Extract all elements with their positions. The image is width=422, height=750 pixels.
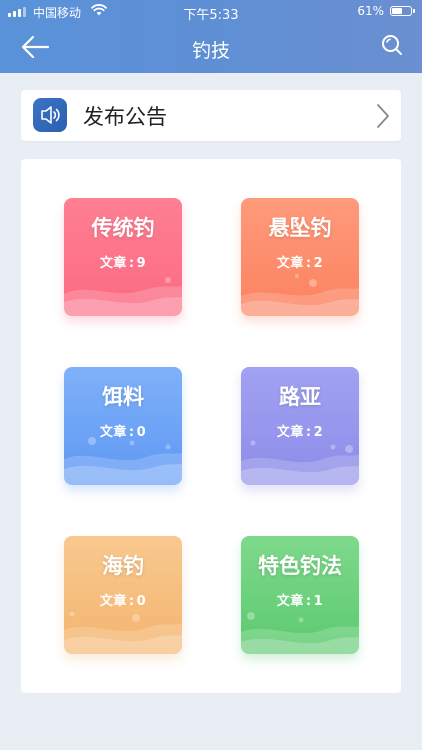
category-name: 传统钓 [91,216,155,240]
publish-notice-bar[interactable]: 发布公告 [21,90,401,141]
battery-icon [390,6,415,16]
battery-percent: 61% [357,4,384,18]
chevron-right-icon [377,104,389,128]
battery-level [392,8,402,14]
category-name: 特色钓法 [258,554,342,578]
notice-label: 发布公告 [83,105,167,129]
category-card-special[interactable]: 特色钓法 文章:1 [241,536,359,654]
category-card-lure[interactable]: 路亚 文章:2 [241,367,359,485]
wave-decoration [64,611,182,654]
wave-decoration [64,277,182,316]
category-name: 悬坠钓 [268,216,332,240]
category-name: 饵料 [102,385,144,409]
category-card-traditional[interactable]: 传统钓 文章:9 [64,198,182,316]
category-card-sea[interactable]: 海钓 文章:0 [64,536,182,654]
wave-decoration [64,437,182,485]
category-name: 海钓 [102,554,144,578]
category-card-suspended[interactable]: 悬坠钓 文章:2 [241,198,359,316]
app-header: 中国移动 下午5:33 61% 钓技 [0,0,422,73]
page-title: 钓技 [191,40,230,62]
speaker-icon [33,98,67,132]
wave-decoration [241,274,359,316]
category-panel: 传统钓 文章:9 悬坠钓 文章:2 饵料 文章:0 路亚 文章:2 海钓 文章 … [21,159,401,693]
wave-decoration [241,440,359,485]
category-card-bait[interactable]: 饵料 文章:0 [64,367,182,485]
wave-decoration [241,612,359,654]
category-name: 路亚 [279,385,321,409]
search-icon[interactable] [380,33,404,57]
status-bar: 中国移动 下午5:33 61% [0,0,422,23]
